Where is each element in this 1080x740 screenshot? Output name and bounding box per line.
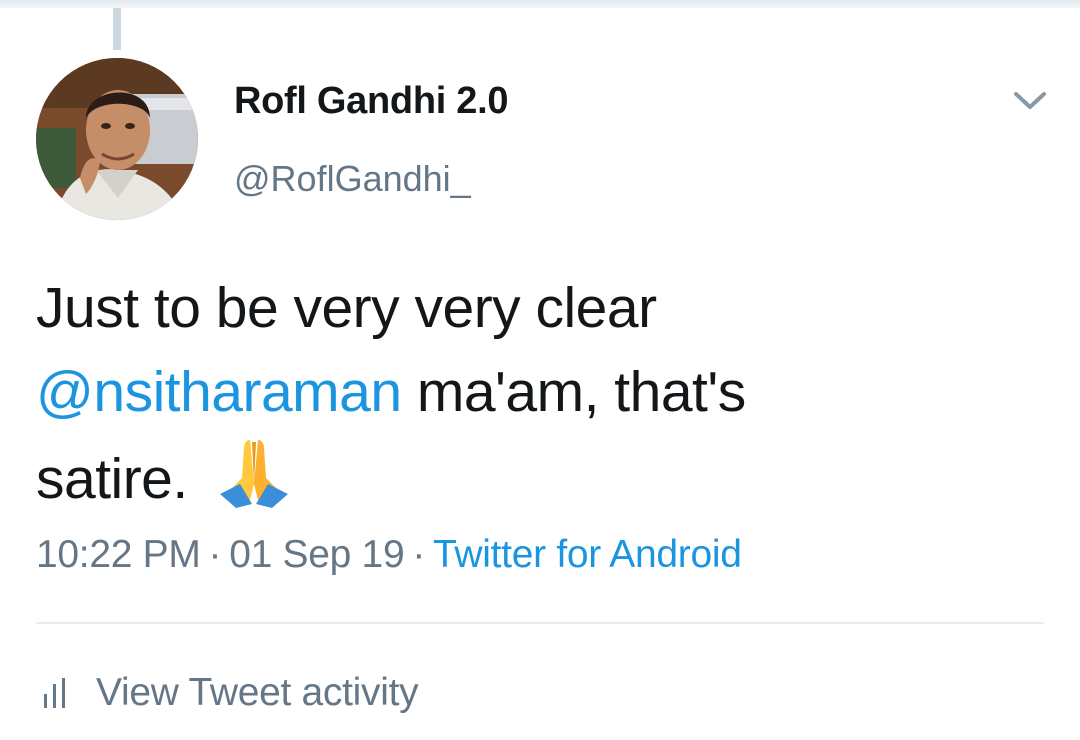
thread-connector-line [113,8,121,50]
tweet-text-line-2: @nsitharaman ma'am, that's [36,350,1036,434]
tweet-menu-chevron-icon[interactable] [1008,84,1052,118]
tweet-text-line-2-rest: ma'am, that's [401,360,746,424]
meta-separator: · [412,533,426,576]
avatar[interactable] [36,58,198,220]
divider [36,622,1044,624]
tweet-text-line-3: satire. [36,434,1036,521]
tweet-text: Just to be very very clear @nsitharaman … [36,266,1036,521]
tweet-text-line-3-text: satire. [36,447,188,511]
folded-hands-emoji-icon [216,434,292,510]
tweet-text-line-1: Just to be very very clear [36,276,657,340]
mention-link[interactable]: @nsitharaman [36,360,402,424]
view-tweet-activity-button[interactable]: View Tweet activity [36,668,419,718]
bar-chart-icon [36,676,72,710]
author-handle[interactable]: @RoflGandhi_ [234,158,471,200]
meta-separator: · [208,533,222,576]
author-display-name[interactable]: Rofl Gandhi 2.0 [234,80,509,123]
tweet-time: 10:22 PM [36,533,201,576]
view-tweet-activity-label: View Tweet activity [96,671,419,714]
tweet-meta: 10:22 PM · 01 Sep 19 · Twitter for Android [36,533,742,577]
tweet-date: 01 Sep 19 [229,533,405,576]
top-border [0,0,1080,8]
tweet-source-link[interactable]: Twitter for Android [433,533,742,576]
